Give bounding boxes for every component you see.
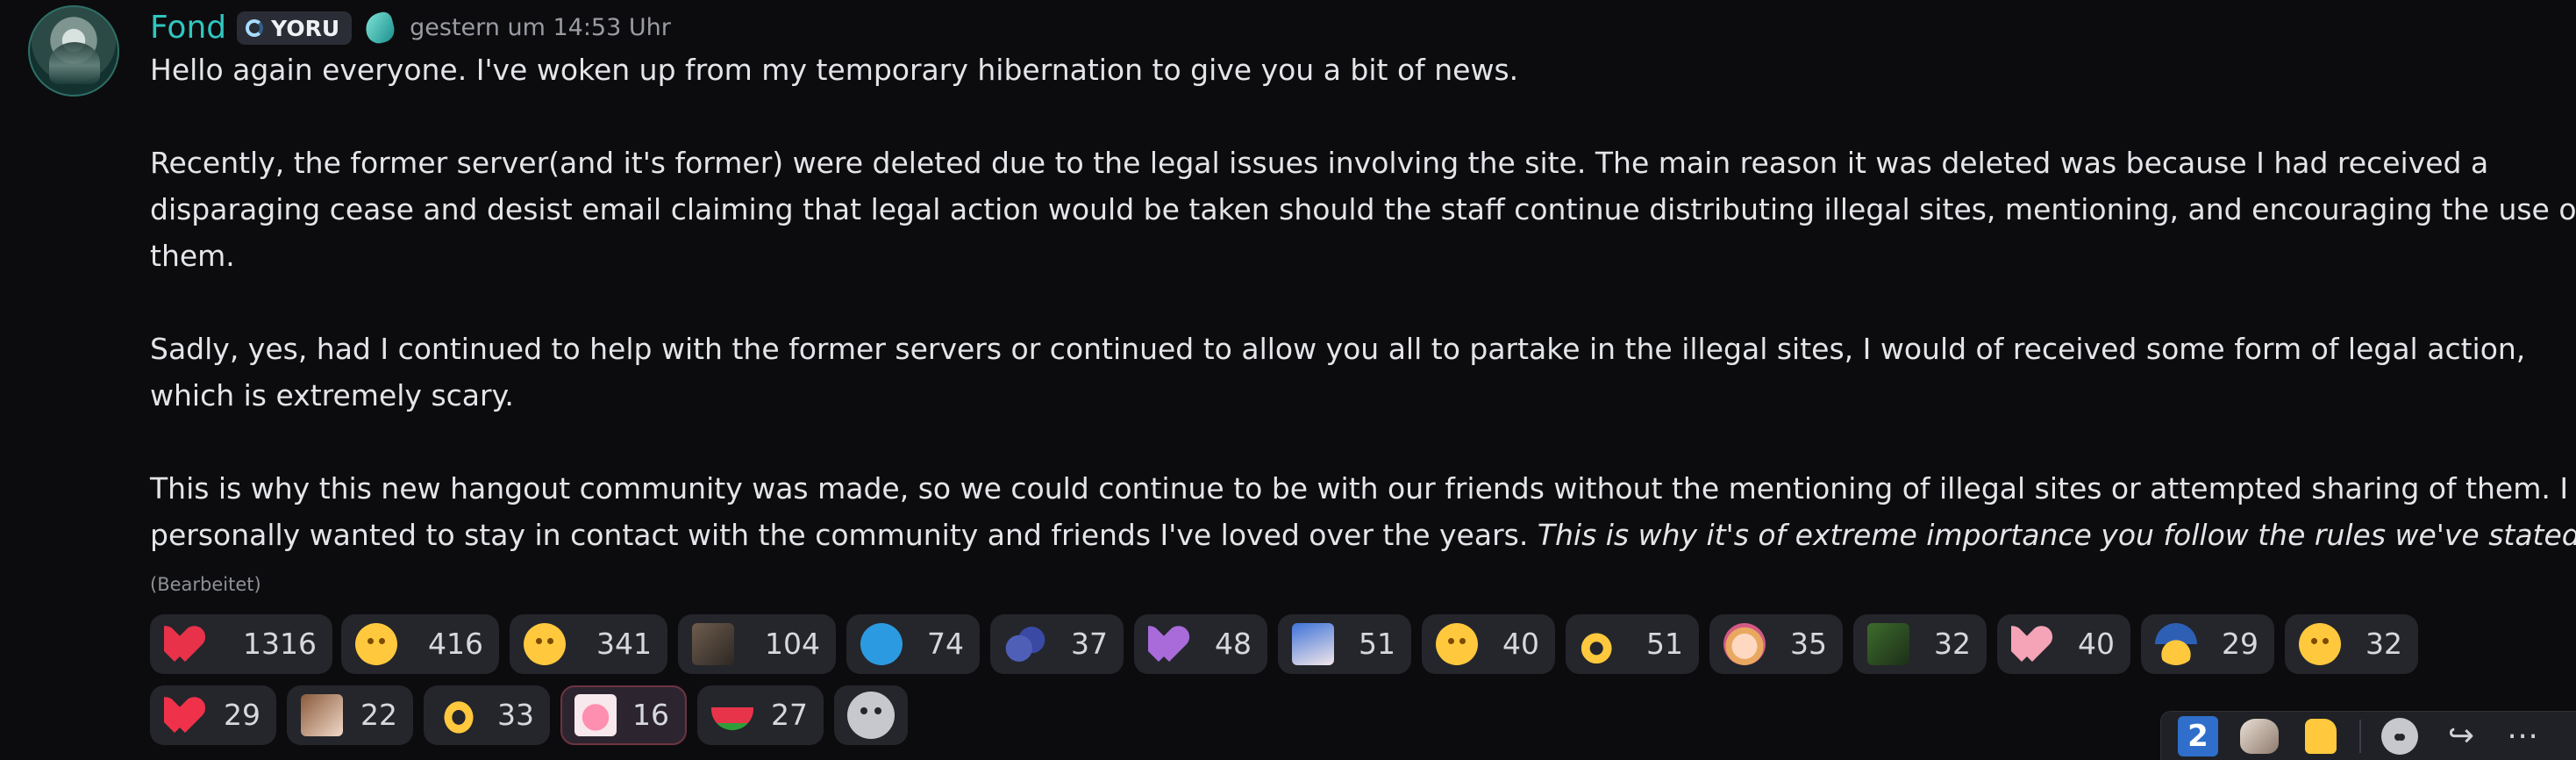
frog-image-icon	[1867, 623, 1909, 665]
add-reaction-icon	[847, 692, 895, 739]
reaction-count: 341	[596, 627, 652, 661]
cat-emoji-icon	[2240, 718, 2279, 754]
quick-reaction-cat[interactable]	[2237, 715, 2282, 757]
add-reaction-icon	[2381, 717, 2418, 755]
reaction-heart-purple[interactable]: 48	[1134, 614, 1267, 674]
reaction-count: 29	[2222, 627, 2258, 661]
message-line: Sadly, yes, had I continued to help with…	[150, 332, 2526, 366]
reaction-sad-tear[interactable]: 32	[2285, 614, 2418, 674]
reaction-cat-image[interactable]: 104	[678, 614, 836, 674]
message-italic-text: This is why it's of extreme importance y…	[1537, 518, 2576, 552]
message-line: This is why this new hangout community w…	[150, 471, 2569, 505]
moon-icon	[246, 19, 264, 37]
reaction-count: 29	[224, 698, 260, 732]
username[interactable]: Fond	[150, 7, 226, 49]
reaction-count: 40	[2078, 627, 2115, 661]
loudly-crying-face-icon	[355, 623, 397, 665]
user-avatar[interactable]	[28, 5, 119, 97]
message-line: Hello again everyone. I've woken up from…	[150, 53, 1519, 87]
edited-label: (Bearbeitet)	[150, 574, 261, 595]
saluting-face-icon	[524, 623, 566, 665]
blueberries-icon	[1004, 623, 1046, 665]
toolbar-divider	[2359, 719, 2361, 753]
red-heart-icon	[164, 623, 206, 665]
server-tag-label: YORU	[271, 15, 340, 41]
reaction-count: 40	[1502, 627, 1539, 661]
sparkling-heart-icon	[164, 694, 206, 736]
reaction-pink-blob[interactable]: 16	[560, 685, 687, 745]
cat-image-icon	[692, 623, 734, 665]
reaction-count: 32	[2365, 627, 2402, 661]
watermelon-icon	[711, 707, 753, 730]
keycap-2-icon: 2	[2178, 715, 2218, 756]
anime-girl-blue-icon	[1292, 623, 1334, 665]
message-line: disparaging cease and desist email claim…	[150, 192, 2576, 226]
reaction-count: 37	[1071, 627, 1108, 661]
cap-face-icon	[2155, 623, 2197, 665]
reaction-anime-girl-brown[interactable]: 22	[287, 685, 413, 745]
server-tag[interactable]: YORU	[237, 11, 353, 45]
purple-heart-icon	[1148, 623, 1190, 665]
pink-blob-icon	[574, 694, 617, 736]
reaction-heart-hands[interactable]: 33	[424, 685, 550, 745]
reaction-count: 51	[1359, 627, 1395, 661]
reaction-count: 48	[1215, 627, 1252, 661]
thumbs-up-icon	[2305, 718, 2337, 754]
reaction-anime-girl-pink[interactable]: 35	[1709, 614, 1843, 674]
reaction-frog-image[interactable]: 32	[1853, 614, 1987, 674]
anime-girl-brown-icon	[301, 694, 343, 736]
relieved-face-icon	[1436, 623, 1478, 665]
quick-reaction-keycap-2[interactable]: 2	[2175, 715, 2221, 757]
forward-button[interactable]: ↪	[2438, 715, 2484, 757]
reaction-count: 16	[632, 698, 669, 732]
message-timestamp[interactable]: gestern um 14:53 Uhr	[410, 7, 671, 49]
blue-sad-face-icon	[860, 623, 903, 665]
reaction-blue-sad[interactable]: 74	[846, 614, 980, 674]
reaction-loudly-crying[interactable]: 416	[341, 614, 499, 674]
message-line: Recently, the former server(and it's for…	[150, 146, 2489, 180]
message-content: Hello again everyone. I've woken up from…	[150, 47, 2576, 558]
heart-hands-icon	[438, 694, 480, 736]
reaction-count: 51	[1646, 627, 1683, 661]
reaction-count: 27	[771, 698, 808, 732]
reaction-blueberries[interactable]: 37	[990, 614, 1124, 674]
reaction-count: 33	[497, 698, 534, 732]
reaction-heart-red[interactable]: 1316	[150, 614, 332, 674]
message-text: personally wanted to stay in contact wit…	[150, 518, 1538, 552]
reaction-count: 35	[1790, 627, 1827, 661]
reaction-count: 1316	[243, 627, 317, 661]
message-line: personally wanted to stay in contact wit…	[150, 512, 2576, 558]
reaction-sparkling-heart[interactable]: 29	[150, 685, 276, 745]
message-spacer	[150, 93, 2527, 140]
reaction-anime-girl-blue[interactable]: 51	[1278, 614, 1411, 674]
message-hover-toolbar: 2 ↪ ⋯	[2160, 711, 2576, 760]
sad-tear-face-icon	[2299, 623, 2341, 665]
reaction-watermelon[interactable]: 27	[697, 685, 824, 745]
add-reaction-button[interactable]	[834, 685, 908, 745]
anime-girl-pink-icon	[1723, 623, 1766, 665]
add-reaction-toolbar-button[interactable]	[2377, 715, 2423, 757]
reaction-count: 416	[428, 627, 483, 661]
message-spacer	[150, 279, 2527, 326]
reaction-cap-face[interactable]: 29	[2141, 614, 2274, 674]
more-options-button[interactable]: ⋯	[2500, 715, 2545, 757]
reaction-ok-hand[interactable]: 51	[1566, 614, 1699, 674]
reaction-count: 74	[927, 627, 964, 661]
role-badge-icon[interactable]	[362, 10, 399, 47]
ok-hand-icon	[1580, 623, 1622, 665]
reaction-relieved[interactable]: 40	[1422, 614, 1555, 674]
message-spacer	[150, 419, 2527, 465]
message-line: them.	[150, 239, 235, 273]
reaction-saluting[interactable]: 341	[510, 614, 667, 674]
message-header: Fond YORU gestern um 14:53 Uhr	[150, 7, 671, 49]
quick-reaction-thumbs-up[interactable]	[2298, 715, 2344, 757]
chat-message: Fond YORU gestern um 14:53 Uhr Hello aga…	[0, 0, 2576, 760]
reaction-count: 32	[1934, 627, 1971, 661]
pink-heart-icon	[2011, 623, 2053, 665]
reaction-count: 22	[360, 698, 397, 732]
reaction-heart-pink[interactable]: 40	[1997, 614, 2130, 674]
message-line: which is extremely scary.	[150, 378, 514, 412]
reaction-count: 104	[765, 627, 820, 661]
